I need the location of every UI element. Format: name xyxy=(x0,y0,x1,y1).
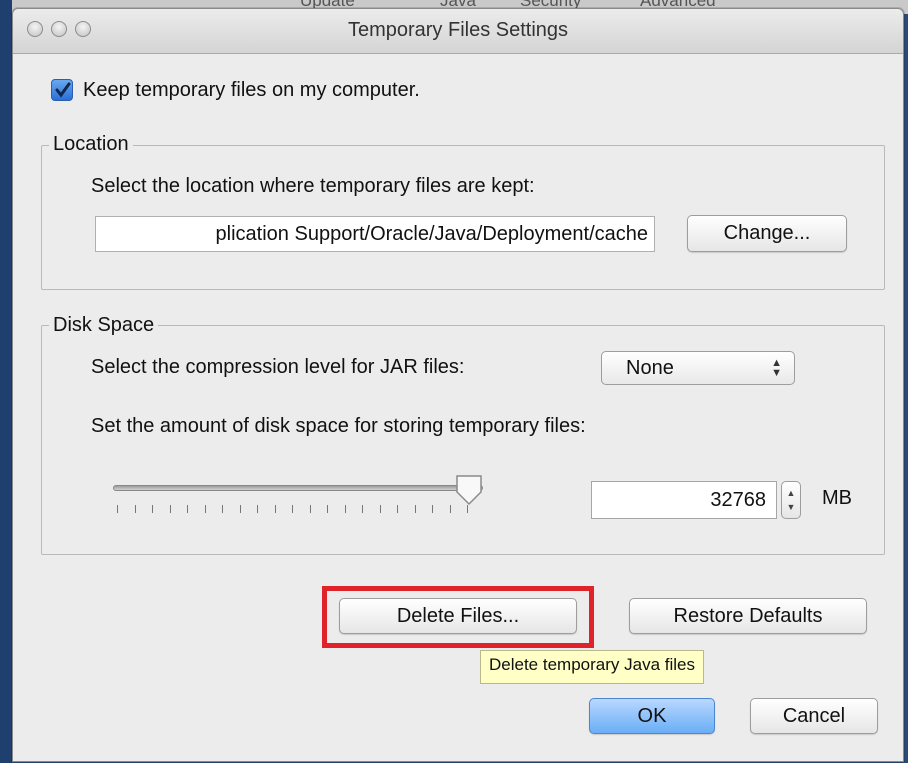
title-bar[interactable]: Temporary Files Settings xyxy=(13,9,903,54)
slider-tick xyxy=(187,505,188,513)
checkmark-icon xyxy=(55,82,71,98)
disk-size-field[interactable]: 32768 xyxy=(591,481,777,519)
slider-tick xyxy=(117,505,118,513)
disk-size-value: 32768 xyxy=(710,489,766,511)
slider-tick xyxy=(292,505,293,513)
location-instruction: Select the location where temporary file… xyxy=(91,175,535,197)
bg-tab-update: Update xyxy=(300,0,355,10)
select-arrows-icon: ▲ ▼ xyxy=(771,357,782,379)
compression-value: None xyxy=(626,357,674,379)
change-location-button[interactable]: Change... xyxy=(687,215,847,252)
slider-thumb-icon[interactable] xyxy=(454,474,484,506)
slider-tick xyxy=(379,505,381,513)
bg-tab-advanced: Advanced xyxy=(640,0,716,10)
window-title: Temporary Files Settings xyxy=(347,19,569,41)
slider-tick xyxy=(257,505,258,513)
slider-tick xyxy=(432,505,433,513)
slider-tick xyxy=(414,505,416,513)
slider-tick xyxy=(239,505,241,513)
slider-tick xyxy=(397,505,398,513)
disk-amount-label: Set the amount of disk space for storing… xyxy=(91,415,586,437)
slider-tick xyxy=(362,505,363,513)
keep-files-label[interactable]: Keep temporary files on my computer. xyxy=(83,79,420,102)
slider-tick xyxy=(222,505,223,513)
cache-path-value: plication Support/Oracle/Java/Deployment… xyxy=(215,223,648,245)
bg-tab-security: Security xyxy=(520,0,582,10)
disk-space-slider-track[interactable] xyxy=(113,485,483,491)
restore-defaults-button[interactable]: Restore Defaults xyxy=(629,598,867,634)
slider-tick xyxy=(327,505,328,513)
bg-tab-java: Java xyxy=(440,0,476,10)
disk-space-legend: Disk Space xyxy=(49,314,159,337)
background-window-edge xyxy=(0,0,12,763)
ok-button[interactable]: OK xyxy=(589,698,715,734)
stepper-arrows-icon[interactable]: ▲ ▼ xyxy=(781,481,801,519)
slider-tick xyxy=(274,505,276,513)
keep-files-checkbox[interactable] xyxy=(51,79,73,101)
cancel-button[interactable]: Cancel xyxy=(750,698,878,734)
slider-tick xyxy=(152,505,153,513)
location-legend: Location xyxy=(49,133,133,156)
compression-select[interactable]: None ▲ ▼ xyxy=(601,351,795,385)
slider-tick xyxy=(169,505,171,513)
slider-tick xyxy=(204,505,206,513)
delete-tooltip: Delete temporary Java files xyxy=(480,650,704,684)
delete-button-highlight xyxy=(322,586,594,648)
temporary-files-dialog: Temporary Files Settings Keep temporary … xyxy=(12,8,904,762)
size-unit-label: MB xyxy=(822,487,852,509)
slider-tick xyxy=(344,505,346,513)
slider-tick xyxy=(449,505,451,513)
slider-tick xyxy=(134,505,136,513)
cache-path-field[interactable]: plication Support/Oracle/Java/Deployment… xyxy=(95,216,655,252)
slider-tick xyxy=(467,505,468,513)
slider-tick xyxy=(309,505,311,513)
compression-label: Select the compression level for JAR fil… xyxy=(91,356,465,378)
